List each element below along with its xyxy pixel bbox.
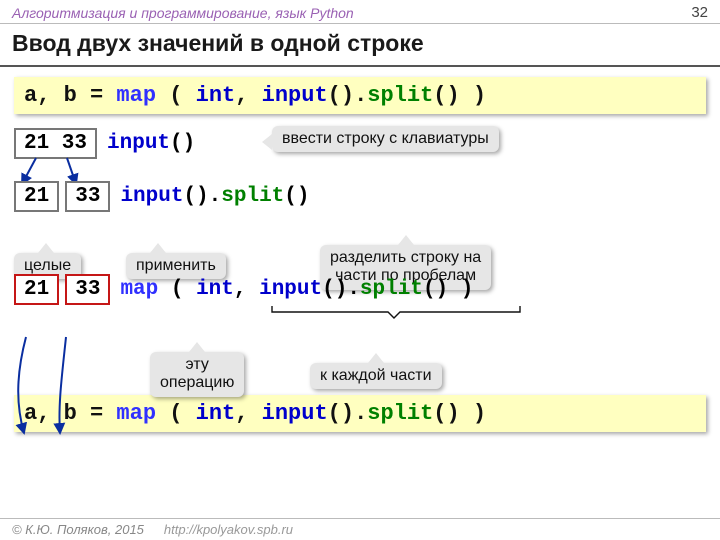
- slide-title: Ввод двух значений в одной строке: [0, 24, 720, 67]
- page-number: 32: [691, 4, 708, 21]
- content: a, b = map ( int, input().split() ) 21 3…: [0, 67, 720, 432]
- callout-operation: эту операцию: [150, 352, 244, 397]
- int-box-1: 21: [14, 274, 59, 305]
- split-box-2: 33: [65, 181, 110, 212]
- copyright: © К.Ю. Поляков, 2015: [12, 522, 144, 537]
- footer-url: http://kpolyakov.spb.ru: [164, 522, 293, 537]
- step-row-3: 21 33 map ( int, input().split() ): [14, 274, 706, 305]
- input-raw-box: 21 33: [14, 128, 97, 159]
- split-box-1: 21: [14, 181, 59, 212]
- code-lhs: a, b =: [24, 83, 103, 108]
- course-name: Алгоритмизация и программирование, язык …: [12, 5, 354, 21]
- code-lhs2: a, b =: [24, 401, 103, 426]
- step-row-2: 21 33 input().split(): [14, 181, 706, 212]
- step-row-1: 21 33 input() ввести строку с клавиатуры: [14, 128, 706, 159]
- int-box-2: 33: [65, 274, 110, 305]
- callout-keyboard: ввести строку с клавиатуры: [272, 126, 499, 152]
- code-bar-top: a, b = map ( int, input().split() ): [14, 77, 706, 114]
- kw-int: int: [196, 83, 236, 108]
- callout-each: к каждой части: [310, 363, 442, 389]
- kw-split: split: [367, 83, 433, 108]
- code-step2: input().split(): [120, 185, 309, 208]
- code-bar-bottom: a, b = map ( int, input().split() ): [14, 395, 706, 432]
- code-step1: input(): [107, 132, 195, 155]
- brace-svg: [270, 304, 710, 324]
- header: Алгоритмизация и программирование, язык …: [0, 0, 720, 24]
- code-step3: map ( int, input().split() ): [120, 278, 473, 301]
- kw-input: input: [262, 83, 328, 108]
- kw-map: map: [116, 83, 156, 108]
- footer: © К.Ю. Поляков, 2015 http://kpolyakov.sp…: [0, 518, 720, 540]
